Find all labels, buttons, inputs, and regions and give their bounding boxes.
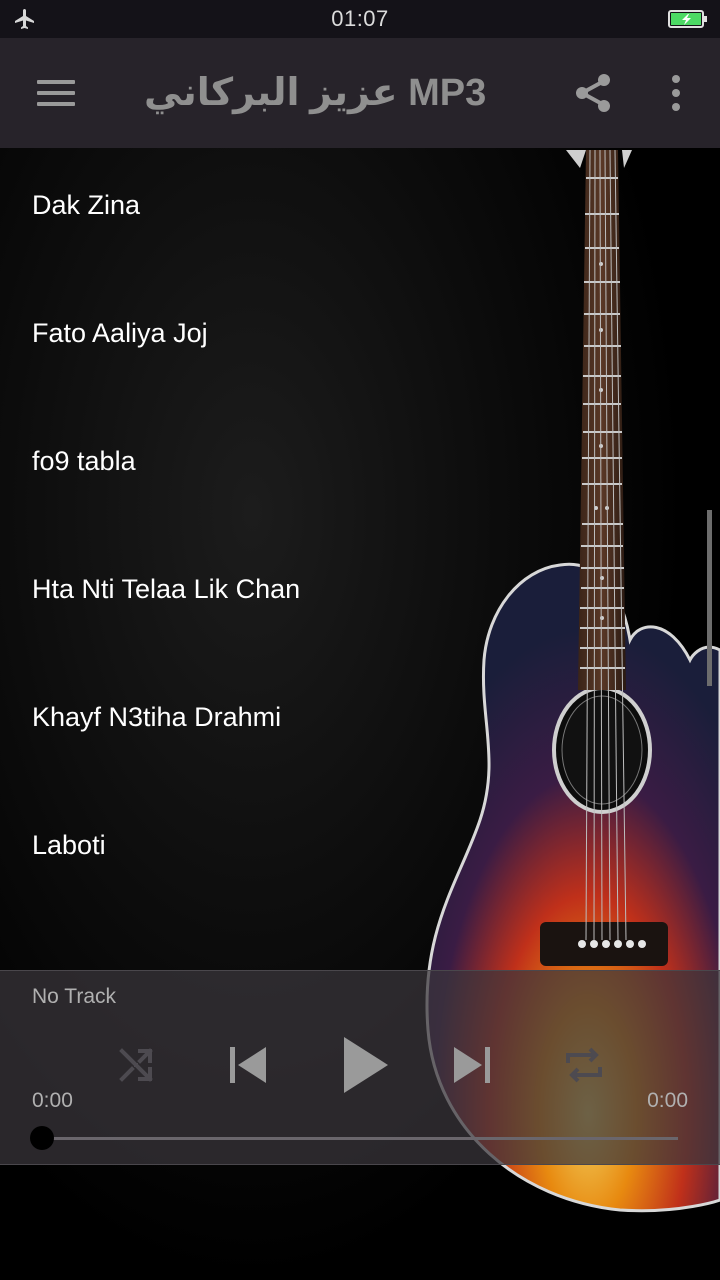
shuffle-icon[interactable] [114,1043,158,1087]
track-item[interactable]: Khayf N3tiha Drahmi [0,660,640,788]
app-bar: عزيز البركاني MP3 [0,38,720,148]
track-list: Dak Zina Fato Aaliya Joj fo9 tabla Hta N… [0,148,720,970]
total-time: 0:00 [647,1089,688,1112]
app-title: عزيز البركاني MP3 [144,72,487,114]
now-playing-label: No Track [32,985,117,1008]
track-item[interactable]: fo9 tabla [0,404,640,532]
current-time: 0:00 [32,1089,73,1112]
track-title: fo9 tabla [32,446,136,476]
track-item[interactable]: Laboti [0,788,640,916]
track-item[interactable]: Dak Zina [0,148,640,276]
player-panel: No Track 0:00 0:00 [0,970,720,1165]
track-title: Laboti [32,830,106,860]
previous-icon[interactable] [226,1043,270,1087]
track-title: Hta Nti Telaa Lik Chan [32,574,301,604]
track-item[interactable]: Hta Nti Telaa Lik Chan [0,532,640,660]
status-time: 01:07 [331,6,389,31]
status-bar: 01:07 [0,0,720,38]
track-title: Dak Zina [32,190,141,220]
progress-bar[interactable] [42,1137,678,1140]
track-title: Fato Aaliya Joj [32,318,208,348]
menu-icon[interactable] [26,68,86,118]
next-icon[interactable] [450,1043,494,1087]
repeat-icon[interactable] [562,1043,606,1087]
track-title: Khayf N3tiha Drahmi [32,702,282,732]
list-scrollbar[interactable] [707,510,712,686]
progress-thumb[interactable] [30,1126,54,1150]
play-icon[interactable] [336,1035,392,1095]
share-icon[interactable] [566,66,620,120]
track-item[interactable]: Fato Aaliya Joj [0,276,640,404]
more-vert-icon[interactable] [654,66,698,120]
battery-charging-icon [668,10,707,28]
